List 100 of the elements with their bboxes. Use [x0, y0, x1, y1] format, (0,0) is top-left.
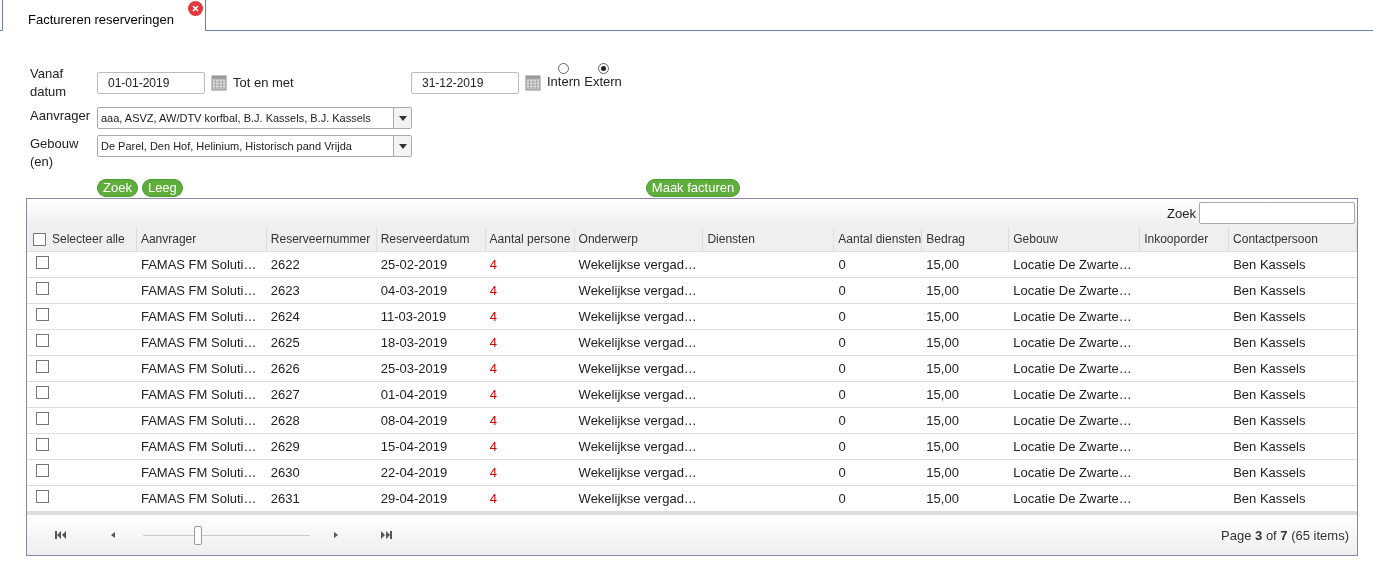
table-cell: 15,00	[926, 257, 959, 272]
table-cell: 15,00	[926, 465, 959, 480]
checkbox[interactable]	[36, 464, 49, 477]
radio-option[interactable]: Intern	[547, 63, 581, 89]
table-cell: 2628	[270, 413, 300, 428]
caret-icon	[398, 143, 407, 149]
table-cell: 2624	[270, 309, 300, 324]
table-cell: Ben Kassels	[1233, 439, 1306, 454]
column-header[interactable]: Diensten	[703, 227, 835, 251]
date-field[interactable]: 01-01-2019	[97, 72, 205, 94]
column-header[interactable]: Contactpersoon	[1229, 227, 1357, 251]
table-cell: 4	[489, 335, 497, 350]
table-cell: Ben Kassels	[1233, 413, 1306, 428]
last-page-icon[interactable]	[380, 531, 392, 539]
tab[interactable]: Factureren reserveringen	[2, 0, 206, 31]
caret-icon	[398, 115, 407, 121]
column-header[interactable]: Reserveerdatum	[376, 227, 486, 251]
table-cell: 15,00	[926, 387, 959, 402]
checkbox[interactable]	[36, 490, 49, 503]
search-field[interactable]	[1199, 202, 1355, 224]
search-label: Zoek	[1167, 205, 1196, 221]
table-cell: FAMAS FM Soluti…	[140, 283, 257, 298]
column-header[interactable]: Aantal persone	[485, 227, 575, 251]
column-header[interactable]: Bedrag	[922, 227, 1010, 251]
column-header[interactable]: Aanvrager	[136, 227, 267, 251]
table-cell: Locatie De Zwarte…	[1013, 439, 1132, 454]
dropdown-button[interactable]	[393, 136, 411, 156]
table-cell: FAMAS FM Soluti…	[140, 387, 257, 402]
table-cell: 2622	[270, 257, 300, 272]
table-cell: Wekelijkse vergad…	[578, 361, 697, 376]
table-cell: Ben Kassels	[1233, 257, 1306, 272]
table-cell: Locatie De Zwarte…	[1013, 465, 1132, 480]
table-cell: 2629	[270, 439, 300, 454]
table-cell: FAMAS FM Soluti…	[140, 309, 257, 324]
table-cell: Ben Kassels	[1233, 491, 1306, 506]
table-cell: 2631	[270, 491, 300, 506]
table-cell: Wekelijkse vergad…	[578, 283, 697, 298]
column-header[interactable]: Onderwerp	[574, 227, 704, 251]
checkbox[interactable]	[36, 360, 49, 373]
checkbox[interactable]	[33, 232, 46, 246]
table-cell: 0	[838, 465, 846, 480]
table-cell: Ben Kassels	[1233, 387, 1306, 402]
column-header: Selecteer alle	[52, 232, 125, 246]
checkbox[interactable]	[36, 256, 49, 269]
table-cell: 4	[489, 465, 497, 480]
table-cell: 15,00	[926, 491, 959, 506]
table-cell: 4	[489, 283, 497, 298]
page-info: Page 3 of 7 (65 items)	[1221, 527, 1349, 543]
table-cell: 2625	[270, 335, 300, 350]
table-cell: Wekelijkse vergad…	[578, 439, 697, 454]
field-label: Gebouw (en)	[30, 135, 80, 171]
checkbox[interactable]	[36, 334, 49, 347]
table-cell: 0	[838, 335, 846, 350]
table-cell: 08-04-2019	[380, 413, 448, 428]
table-cell: Locatie De Zwarte…	[1013, 309, 1132, 324]
table-cell: Locatie De Zwarte…	[1013, 257, 1132, 272]
table-cell: Locatie De Zwarte…	[1013, 335, 1132, 350]
table-cell: Wekelijkse vergad…	[578, 335, 697, 350]
table-cell: 04-03-2019	[380, 283, 448, 298]
table-cell: 01-04-2019	[380, 387, 448, 402]
table-cell: Locatie De Zwarte…	[1013, 491, 1132, 506]
previous-page-icon[interactable]	[111, 532, 115, 538]
table-cell: 0	[838, 491, 846, 506]
column-header[interactable]: Reserveernummer	[266, 227, 377, 251]
table-cell: 2630	[270, 465, 300, 480]
multiselect-field[interactable]: aaa, ASVZ, AW/DTV korfbal, B.J. Kassels, B.J. Kassels	[97, 107, 412, 129]
table-cell: 0	[838, 439, 846, 454]
first-page-icon[interactable]	[55, 531, 67, 539]
next-page-icon[interactable]	[334, 532, 338, 538]
checkbox[interactable]	[36, 282, 49, 295]
table-cell: 15,00	[926, 283, 959, 298]
table-cell: 2627	[270, 387, 300, 402]
table-cell: 4	[489, 491, 497, 506]
checkbox[interactable]	[36, 412, 49, 425]
table-cell: FAMAS FM Soluti…	[140, 335, 257, 350]
table-cell: Wekelijkse vergad…	[578, 413, 697, 428]
multiselect-field[interactable]: De Parel, Den Hof, Helinium, Historisch pand Vrijda	[97, 135, 412, 157]
table-cell: FAMAS FM Soluti…	[140, 257, 257, 272]
table-cell: FAMAS FM Soluti…	[140, 491, 257, 506]
table-cell: Ben Kassels	[1233, 465, 1306, 480]
table-cell: Locatie De Zwarte…	[1013, 283, 1132, 298]
column-header[interactable]: Gebouw	[1009, 227, 1141, 251]
table-cell: Locatie De Zwarte…	[1013, 361, 1132, 376]
table-cell: Wekelijkse vergad…	[578, 257, 697, 272]
checkbox[interactable]	[36, 386, 49, 399]
table-cell: 15,00	[926, 413, 959, 428]
column-header[interactable]: Inkooporder	[1140, 227, 1230, 251]
close-icon[interactable]	[188, 1, 203, 16]
checkbox[interactable]	[36, 438, 49, 451]
table-cell: 15,00	[926, 361, 959, 376]
date-field[interactable]: 31-12-2019	[411, 72, 519, 94]
table-cell: 22-04-2019	[380, 465, 448, 480]
dropdown-button[interactable]	[393, 108, 411, 128]
checkbox[interactable]	[36, 308, 49, 321]
radio-option[interactable]: Extern	[584, 63, 622, 89]
table-cell: Wekelijkse vergad…	[578, 309, 697, 324]
table-cell: 4	[489, 361, 497, 376]
table-cell: Wekelijkse vergad…	[578, 491, 697, 506]
column-header[interactable]: Aantal diensten	[834, 227, 923, 251]
table-cell: Wekelijkse vergad…	[578, 387, 697, 402]
